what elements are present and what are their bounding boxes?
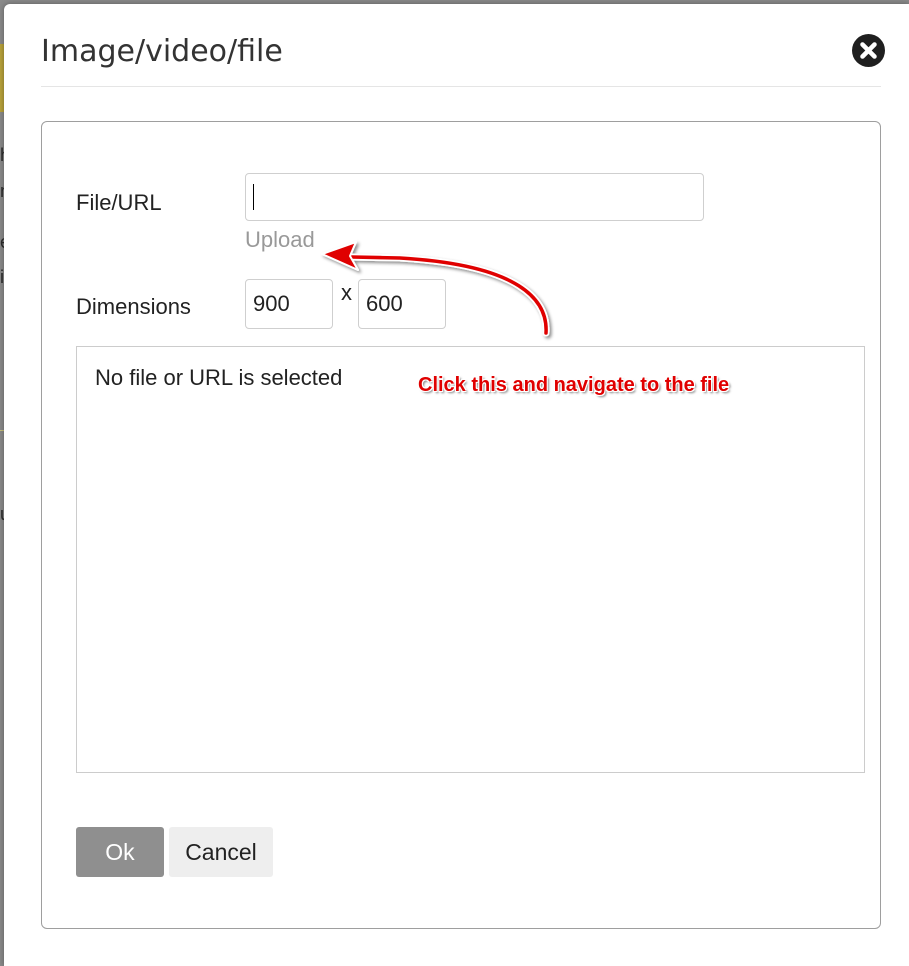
height-input[interactable] xyxy=(358,279,446,329)
width-input[interactable] xyxy=(245,279,333,329)
ok-button[interactable]: Ok xyxy=(76,827,164,877)
preview-message: No file or URL is selected xyxy=(95,365,343,390)
close-button[interactable] xyxy=(852,34,885,67)
cancel-button[interactable]: Cancel xyxy=(169,827,273,877)
dimension-separator: x xyxy=(341,280,352,305)
dimensions-label: Dimensions xyxy=(76,294,191,319)
annotation-text: Click this and navigate to the file xyxy=(418,374,730,396)
text-caret xyxy=(253,184,254,210)
close-icon xyxy=(860,42,877,59)
dialog-header: Image/video/file xyxy=(41,4,885,87)
file-url-input[interactable] xyxy=(245,173,704,221)
form-panel: File/URL Upload Dimensions x No file or … xyxy=(41,121,881,929)
image-video-file-dialog: Image/video/file File/URL Upload Dimensi… xyxy=(4,4,909,966)
upload-link[interactable]: Upload xyxy=(245,227,315,253)
file-url-label: File/URL xyxy=(76,190,162,215)
dialog-title: Image/video/file xyxy=(41,34,283,69)
preview-area: No file or URL is selected xyxy=(76,346,865,773)
